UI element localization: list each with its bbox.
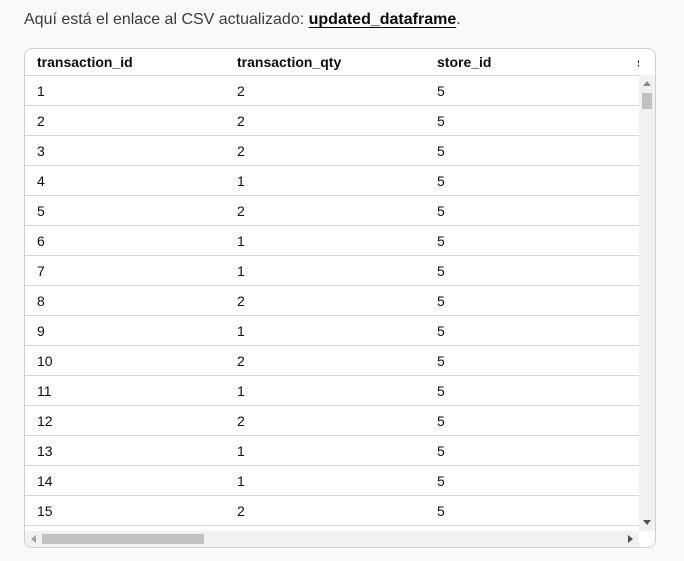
table-cell: 1: [25, 75, 225, 106]
table-cell: 5: [425, 405, 625, 436]
horizontal-scrollbar[interactable]: [25, 531, 639, 547]
assistant-message: Aquí está el enlace al CSV actualizado: …: [24, 9, 461, 31]
table-cell: 9: [25, 315, 225, 346]
message-period: .: [456, 11, 461, 28]
table-cell: 2: [225, 195, 425, 226]
table-body: 1 2 5 2 2 5 3 2 5 4 1 5 5 2 5 6 1 5 7 1 5 8 2 5 9 1 5 10 2 5 11 1 5 12 2 5 1…: [25, 75, 639, 526]
scroll-left-arrow-icon[interactable]: [31, 535, 36, 543]
table-cell: [625, 435, 639, 466]
table-row[interactable]: 415: [25, 165, 639, 196]
table-cell: 1: [225, 225, 425, 256]
table-cell: [625, 75, 639, 106]
column-header[interactable]: store_location: [625, 49, 639, 76]
table-cell: [625, 405, 639, 436]
table-cell: [625, 105, 639, 136]
vertical-scrollbar[interactable]: [639, 75, 655, 531]
table-cell: [625, 195, 639, 226]
table-cell: 1: [225, 375, 425, 406]
table-row[interactable]: 14 1 5: [25, 465, 639, 496]
column-header[interactable]: transaction_id: [25, 49, 225, 76]
dataframe-table: transaction_idtransaction_qtystore_idsto…: [25, 49, 639, 526]
table-cell: 5: [425, 375, 625, 406]
table-row[interactable]: 12 2 5: [25, 405, 639, 436]
table-cell: 6: [25, 225, 225, 256]
message-text: Aquí está el enlace al CSV actualizado:: [24, 11, 309, 28]
table-cell: 5: [425, 105, 625, 136]
table-cell: 5: [425, 495, 625, 526]
table-cell: [625, 165, 639, 196]
table-cell: 5: [425, 435, 625, 466]
table-row[interactable]: 615: [25, 225, 639, 256]
table-cell: 15: [25, 495, 225, 526]
table-cell: [625, 285, 639, 316]
dataframe-table-panel: transaction_idtransaction_qtystore_idsto…: [24, 48, 656, 548]
csv-download-link[interactable]: updated_dataframe: [309, 11, 457, 28]
table-row[interactable]: 525: [25, 195, 639, 226]
table-cell: 2: [225, 75, 425, 106]
table-cell: 8: [25, 285, 225, 316]
table-cell: 2: [225, 495, 425, 526]
horizontal-scroll-thumb[interactable]: [42, 534, 204, 544]
scroll-right-arrow-icon[interactable]: [628, 535, 633, 543]
table-cell: [625, 225, 639, 256]
table-cell: 5: [425, 285, 625, 316]
table-cell: 2: [225, 135, 425, 166]
table-cell: 5: [425, 315, 625, 346]
table-cell: 5: [425, 165, 625, 196]
table-cell: 5: [425, 75, 625, 106]
table-cell: 2: [25, 105, 225, 136]
table-row[interactable]: 825: [25, 285, 639, 316]
table-cell: 7: [25, 255, 225, 286]
table-cell: 2: [225, 405, 425, 436]
table-cell: 2: [225, 345, 425, 376]
table-cell: [625, 135, 639, 166]
table-row[interactable]: 15 2 5: [25, 495, 639, 526]
table-row[interactable]: 915: [25, 315, 639, 346]
table-row[interactable]: 225: [25, 105, 639, 136]
scrollbar-corner: [639, 531, 655, 547]
table-row[interactable]: 13 1 5: [25, 435, 639, 466]
table-cell: [625, 315, 639, 346]
table-cell: [625, 495, 639, 526]
table-cell: 2: [225, 105, 425, 136]
table-row[interactable]: 325: [25, 135, 639, 166]
column-header[interactable]: store_id: [425, 49, 625, 76]
table-cell: 11: [25, 375, 225, 406]
table-cell: [625, 465, 639, 496]
table-cell: 5: [425, 465, 625, 496]
table-cell: 5: [425, 135, 625, 166]
table-row[interactable]: 10 2 5: [25, 345, 639, 376]
table-viewport[interactable]: transaction_idtransaction_qtystore_idsto…: [25, 49, 639, 531]
table-cell: 5: [425, 195, 625, 226]
table-cell: [625, 375, 639, 406]
table-row[interactable]: 125: [25, 75, 639, 106]
table-header: transaction_idtransaction_qtystore_idsto…: [25, 49, 639, 76]
table-cell: 4: [25, 165, 225, 196]
header-row: transaction_idtransaction_qtystore_idsto…: [25, 49, 639, 76]
column-header[interactable]: transaction_qty: [225, 49, 425, 76]
scroll-up-arrow-icon[interactable]: [643, 81, 651, 86]
table-cell: 5: [425, 345, 625, 376]
table-cell: 2: [225, 285, 425, 316]
table-cell: 12: [25, 405, 225, 436]
vertical-scroll-thumb[interactable]: [642, 93, 652, 109]
table-cell: 3: [25, 135, 225, 166]
table-cell: 1: [225, 255, 425, 286]
table-cell: [625, 255, 639, 286]
scroll-down-arrow-icon[interactable]: [643, 520, 651, 525]
table-cell: 5: [425, 255, 625, 286]
table-cell: [625, 345, 639, 376]
table-cell: 1: [225, 315, 425, 346]
table-cell: 1: [225, 465, 425, 496]
table-row[interactable]: 715: [25, 255, 639, 286]
table-cell: 1: [225, 165, 425, 196]
table-cell: 13: [25, 435, 225, 466]
table-cell: 1: [225, 435, 425, 466]
table-cell: 5: [425, 225, 625, 256]
table-row[interactable]: 11 1 5: [25, 375, 639, 406]
table-cell: 5: [25, 195, 225, 226]
table-cell: 14: [25, 465, 225, 496]
table-cell: 10: [25, 345, 225, 376]
